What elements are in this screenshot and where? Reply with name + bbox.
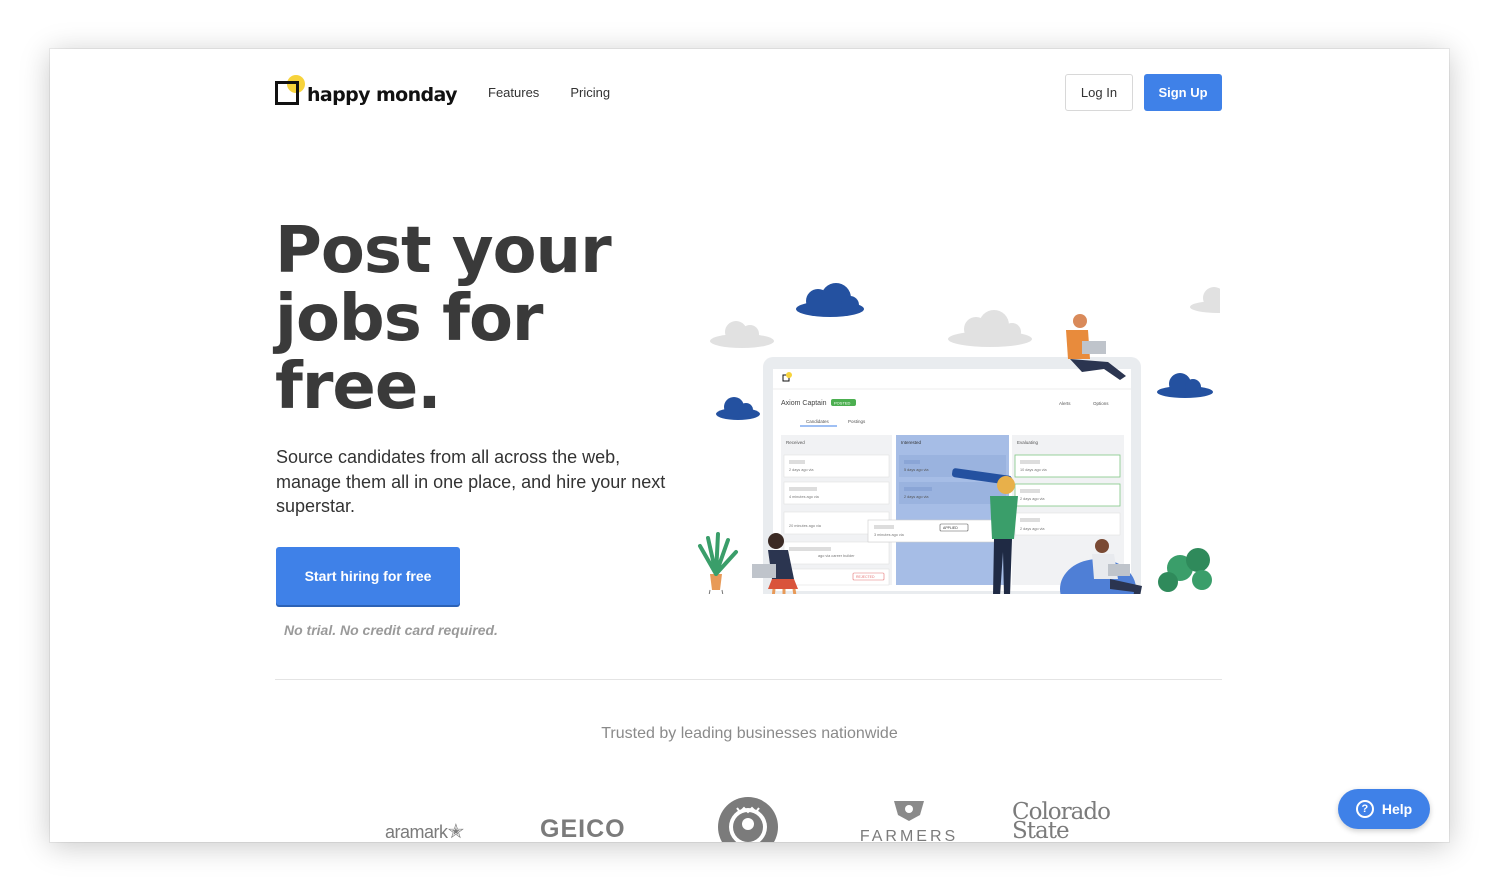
farmers-logo-text: FARMERS bbox=[859, 828, 959, 842]
card-text: 2 days ago via bbox=[904, 495, 929, 499]
hero-title-line: Post your bbox=[275, 214, 612, 288]
help-button[interactable]: ? Help bbox=[1338, 789, 1430, 829]
plant-icon bbox=[698, 532, 738, 594]
card-tag: APPLIED bbox=[943, 526, 958, 530]
card-text: 5 days ago via bbox=[904, 468, 929, 472]
nav-pricing-link[interactable]: Pricing bbox=[570, 85, 610, 100]
section-divider bbox=[275, 679, 1222, 680]
cloud-icon bbox=[710, 321, 774, 348]
cloud-icon bbox=[1157, 373, 1213, 398]
colorado-state-logo: Colorado State bbox=[1012, 799, 1111, 843]
start-hiring-button[interactable]: Start hiring for free bbox=[276, 547, 460, 605]
cloud-icon bbox=[716, 397, 760, 420]
plant-icon bbox=[1158, 548, 1212, 592]
farmers-shield-icon bbox=[894, 801, 924, 821]
main-nav: Features Pricing bbox=[488, 85, 610, 100]
no-trial-note: No trial. No credit card required. bbox=[284, 622, 498, 638]
hero-title-line: free. bbox=[275, 350, 442, 424]
hero-title-line: jobs for bbox=[275, 282, 543, 356]
card-text: ago via career builder bbox=[818, 554, 855, 558]
cloud-icon bbox=[1190, 287, 1220, 313]
app-menu: Alerts bbox=[1059, 401, 1071, 406]
brand-logo[interactable]: happy monday bbox=[275, 67, 458, 107]
hero-illustration: Axiom Captain POSTED Alerts Options Cand… bbox=[698, 283, 1220, 594]
cloud-icon bbox=[796, 283, 864, 317]
card-tag: REJECTED bbox=[856, 575, 875, 579]
app-menu: Options bbox=[1093, 401, 1109, 406]
hero-subtitle: Source candidates from all across the we… bbox=[276, 447, 666, 516]
card-text: 20 minutes ago via bbox=[789, 524, 822, 528]
nav-features-link[interactable]: Features bbox=[488, 85, 539, 100]
column-title: Evaluating bbox=[1017, 440, 1039, 445]
aramark-logo: aramark✭ bbox=[385, 821, 464, 842]
card-text: 2 days ago via bbox=[1020, 527, 1045, 531]
aramark-logo-text: aramark bbox=[385, 822, 448, 842]
login-button[interactable]: Log In bbox=[1065, 74, 1133, 111]
app-tab: Postings bbox=[848, 419, 866, 424]
logo-mark-icon bbox=[275, 75, 305, 105]
browser-page: happy monday Features Pricing Log In Sig… bbox=[50, 49, 1449, 842]
question-icon: ? bbox=[1355, 800, 1374, 818]
column-title: Received bbox=[786, 440, 805, 445]
help-label: Help bbox=[1381, 801, 1413, 817]
card-text: 4 minutes ago via bbox=[789, 495, 820, 499]
starbucks-logo bbox=[718, 797, 778, 842]
trusted-heading: Trusted by leading businesses nationwide bbox=[601, 725, 898, 742]
app-tab: Candidates bbox=[806, 419, 830, 424]
farmers-logo: FARMERS bbox=[854, 799, 964, 842]
card-text: 2 days ago via bbox=[1020, 497, 1045, 501]
card-text: 3 minutes ago via bbox=[874, 533, 905, 537]
app-title: Axiom Captain bbox=[781, 400, 827, 407]
client-logos: aramark✭ GEICO FARMERS Colorado State bbox=[380, 791, 1120, 842]
app-badge: POSTED bbox=[834, 401, 851, 406]
geico-logo: GEICO bbox=[540, 815, 626, 842]
card-text: 10 days ago via bbox=[1020, 468, 1047, 472]
card-text: 2 days ago via bbox=[789, 468, 814, 472]
cloud-icon bbox=[948, 310, 1032, 347]
column-title: Interested bbox=[901, 440, 922, 445]
hero-title: Post your jobs for free. bbox=[275, 217, 655, 421]
brand-name: happy monday bbox=[307, 84, 458, 106]
signup-button[interactable]: Sign Up bbox=[1144, 74, 1222, 111]
